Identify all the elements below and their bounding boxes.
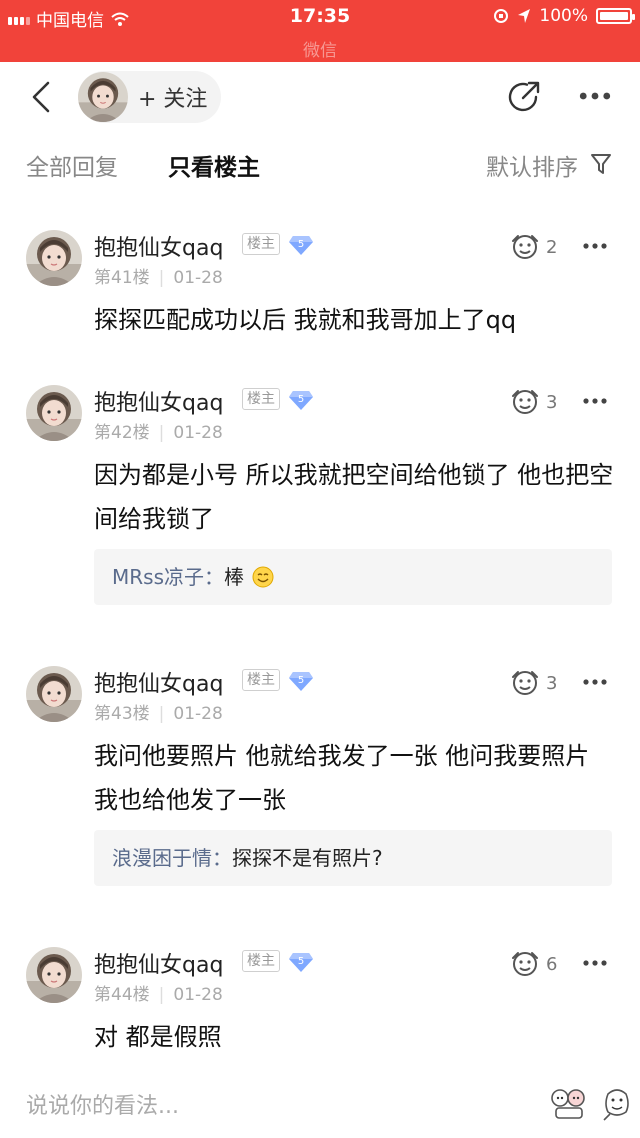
share-icon[interactable] [506, 79, 542, 115]
avatar[interactable] [78, 72, 128, 122]
like-button[interactable]: 2 [510, 232, 557, 262]
level-number: 5 [298, 239, 304, 250]
thread-header: + 关注 [0, 62, 640, 134]
status-right: 100% [493, 6, 635, 26]
like-count: 3 [546, 391, 558, 413]
avatar[interactable] [26, 230, 82, 286]
like-icon[interactable] [510, 668, 540, 698]
like-count: 2 [546, 236, 558, 258]
sticker-icon[interactable] [600, 1084, 634, 1122]
level-number: 5 [298, 394, 304, 405]
level-badge-icon: 5 [288, 389, 314, 411]
filter-icon[interactable] [590, 152, 612, 176]
post-date: 01-28 [173, 985, 223, 1005]
op-tag: 楼主 [242, 950, 280, 972]
like-count: 6 [546, 953, 558, 975]
username[interactable]: 抱抱仙女qaq [94, 385, 223, 417]
like-button[interactable]: 3 [510, 668, 557, 698]
comment-input[interactable] [26, 1090, 506, 1122]
reply-author[interactable]: 浪漫困于情： [112, 846, 232, 870]
meta-divider: | [158, 423, 165, 443]
back-icon[interactable] [28, 80, 56, 114]
level-badge-icon: 5 [288, 670, 314, 692]
sort-dropdown[interactable]: 默认排序 [486, 148, 578, 182]
like-button[interactable]: 6 [510, 949, 557, 979]
like-button[interactable]: 3 [510, 387, 557, 417]
avatar[interactable] [26, 947, 82, 1003]
battery-percent: 100% [539, 6, 588, 26]
level-badge-icon: 5 [288, 951, 314, 973]
post-meta: 第42楼 | 01-28 [94, 418, 223, 443]
post-content: 对 都是假照 [94, 1023, 222, 1051]
post-content: 因为都是小号 所以我就把空间给他锁了 他也把空间给我锁了 [94, 461, 614, 533]
post-content: 我问他要照片 他就给我发了一张 他问我要照片 我也给他发了一张 [94, 742, 590, 814]
tab-all-replies[interactable]: 全部回复 [26, 148, 118, 182]
like-icon[interactable] [510, 387, 540, 417]
post-content: 探探匹配成功以后 我就和我哥加上了qq [94, 306, 517, 334]
like-icon[interactable] [510, 949, 540, 979]
smiley-emoji-icon [252, 566, 274, 588]
floor-number: 第41楼 [94, 268, 150, 288]
post-more-icon[interactable] [582, 397, 608, 405]
post-more-icon[interactable] [582, 242, 608, 250]
meta-divider: | [158, 268, 165, 288]
op-tag: 楼主 [242, 388, 280, 410]
reply-tabs: 全部回复 只看楼主 默认排序 [0, 138, 640, 194]
emoji-icon[interactable] [548, 1084, 590, 1122]
floor-number: 第42楼 [94, 423, 150, 443]
post-date: 01-28 [173, 704, 223, 724]
reply-preview[interactable]: MRss凉子：棒 [94, 549, 612, 605]
faded-app-title: 微信 [303, 41, 337, 61]
op-tag: 楼主 [242, 669, 280, 691]
avatar[interactable] [26, 385, 82, 441]
post-date: 01-28 [173, 423, 223, 443]
follow-button[interactable]: + 关注 [138, 81, 207, 113]
level-number: 5 [298, 956, 304, 967]
username[interactable]: 抱抱仙女qaq [94, 666, 223, 698]
like-icon[interactable] [510, 232, 540, 262]
username[interactable]: 抱抱仙女qaq [94, 230, 223, 262]
location-icon [518, 9, 531, 23]
level-number: 5 [298, 675, 304, 686]
battery-icon [596, 8, 635, 24]
rotation-lock-icon [494, 9, 509, 23]
meta-divider: | [158, 704, 165, 724]
username[interactable]: 抱抱仙女qaq [94, 947, 223, 979]
op-chip[interactable]: + 关注 [78, 71, 222, 123]
post-meta: 第44楼 | 01-28 [94, 980, 223, 1005]
level-badge-icon: 5 [288, 234, 314, 256]
post-date: 01-28 [173, 268, 223, 288]
tab-op-only[interactable]: 只看楼主 [168, 148, 260, 182]
reply-text: 探探不是有照片? [232, 846, 383, 870]
reply-author[interactable]: MRss凉子： [112, 565, 224, 589]
reply-preview[interactable]: 浪漫困于情：探探不是有照片? [94, 830, 612, 886]
more-icon[interactable] [578, 90, 612, 102]
post-meta: 第41楼 | 01-28 [94, 263, 223, 288]
post-more-icon[interactable] [582, 959, 608, 967]
like-count: 3 [546, 672, 558, 694]
post-more-icon[interactable] [582, 678, 608, 686]
op-tag: 楼主 [242, 233, 280, 255]
avatar[interactable] [26, 666, 82, 722]
comment-bar [0, 1072, 640, 1138]
status-bar: 中国电信 17:35 100% 微信 [0, 0, 640, 62]
reply-text: 棒 [224, 565, 244, 589]
floor-number: 第43楼 [94, 704, 150, 724]
meta-divider: | [158, 985, 165, 1005]
post-meta: 第43楼 | 01-28 [94, 699, 223, 724]
floor-number: 第44楼 [94, 985, 150, 1005]
